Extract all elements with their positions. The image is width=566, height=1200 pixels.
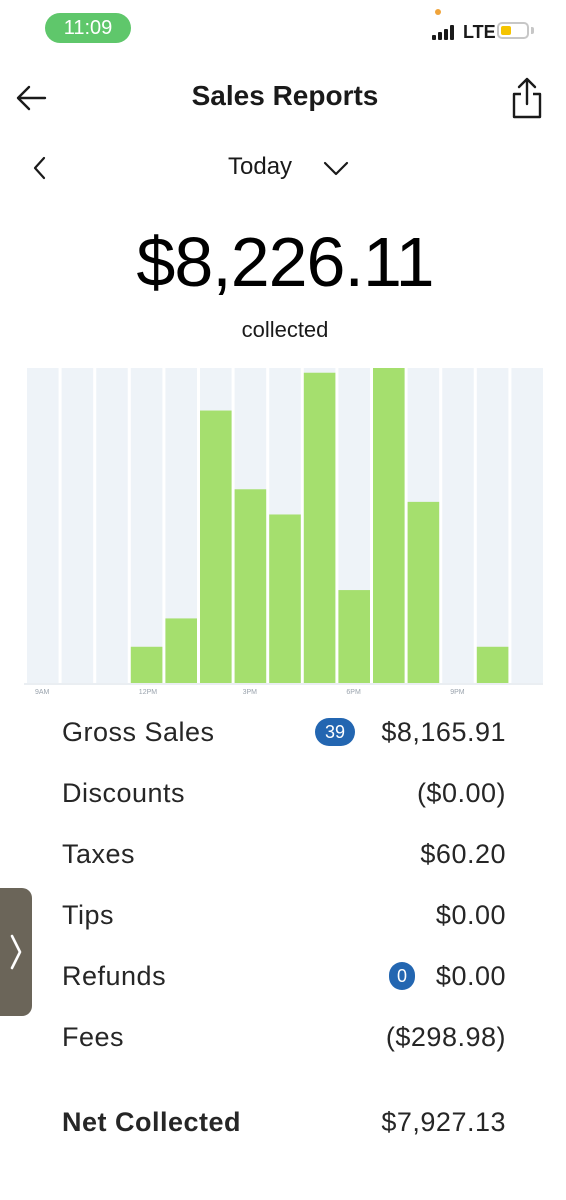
side-drawer-handle[interactable] [0, 888, 32, 1016]
period-label[interactable]: Today [228, 153, 292, 181]
chart-column-background [96, 368, 128, 683]
fees-label: Fees [62, 1022, 125, 1052]
chart-bar[interactable] [200, 410, 232, 683]
total-collected-amount: $8,226.11 [136, 223, 434, 301]
page-title: Sales Reports [191, 80, 379, 111]
battery-tip [531, 27, 534, 34]
net-collected-value: $7,927.13 [381, 1107, 506, 1137]
status-time: 11:09 [45, 13, 131, 43]
gross-sales-label: Gross Sales [62, 717, 215, 747]
battery-fill [501, 26, 511, 35]
taxes-value: $60.20 [420, 839, 506, 869]
chart-tick-label: 3PM [243, 689, 258, 696]
hourly-sales-chart[interactable]: 9AM 12PM 3PM 6PM 9PM [24, 366, 543, 702]
sales-summary: Gross Sales 39 $8,165.91 Discounts ($0.0… [62, 705, 506, 1156]
chart-column-background [476, 368, 509, 683]
battery-icon [497, 22, 529, 39]
refunds-count-badge: 0 [389, 962, 415, 990]
chart-tick-label: 9AM [35, 689, 50, 696]
refunds-value: $0.00 [435, 961, 506, 991]
network-label: LTE [463, 22, 496, 42]
chart-bar[interactable] [269, 514, 301, 683]
tips-value: $0.00 [435, 900, 506, 930]
chart-tick-label: 6PM [346, 689, 361, 696]
chart-column-background [511, 368, 543, 683]
chart-bar[interactable] [303, 372, 336, 683]
privacy-indicator-dot [435, 9, 441, 15]
chart-tick-label: 12PM [139, 689, 157, 696]
cellular-signal-icon [432, 25, 456, 40]
chart-column-background [442, 368, 474, 683]
share-icon[interactable] [510, 76, 544, 120]
discounts-value: ($0.00) [416, 778, 506, 808]
total-collected-caption: collected [241, 317, 329, 342]
summary-row-gross-sales[interactable]: Gross Sales 39 $8,165.91 [62, 705, 506, 766]
summary-row-discounts[interactable]: Discounts ($0.00) [62, 766, 506, 827]
fees-value: ($298.98) [385, 1022, 506, 1052]
status-bar: 11:09 LTE [0, 0, 566, 58]
chart-bar[interactable] [165, 618, 197, 683]
net-collected-label: Net Collected [62, 1107, 242, 1137]
summary-row-net-collected[interactable]: Net Collected $7,927.13 [62, 1095, 506, 1156]
tips-label: Tips [62, 900, 115, 930]
summary-row-tips[interactable]: Tips $0.00 [62, 888, 506, 949]
nav-bar: Sales Reports [0, 58, 566, 138]
period-selector: Today [0, 140, 566, 196]
chart-bar[interactable] [373, 368, 405, 683]
chevron-down-icon[interactable] [322, 158, 350, 178]
chart-bar[interactable] [234, 489, 267, 683]
chevron-left-icon[interactable] [30, 154, 50, 182]
refunds-label: Refunds [62, 961, 167, 991]
chart-column-background [130, 368, 163, 683]
chart-column-background [61, 368, 94, 683]
gross-sales-count-badge: 39 [315, 718, 355, 746]
discounts-label: Discounts [62, 778, 186, 808]
chart-bar[interactable] [476, 646, 509, 683]
chart-bar[interactable] [130, 646, 163, 683]
chart-tick-label: 9PM [450, 689, 465, 696]
summary-row-refunds[interactable]: Refunds 0 $0.00 [62, 949, 506, 1010]
chart-bar[interactable] [407, 501, 440, 683]
gross-sales-value: $8,165.91 [381, 717, 506, 747]
summary-row-taxes[interactable]: Taxes $60.20 [62, 827, 506, 888]
chart-bar[interactable] [338, 590, 370, 683]
chevron-right-icon [10, 934, 22, 970]
taxes-label: Taxes [62, 839, 136, 869]
summary-row-fees[interactable]: Fees ($298.98) [62, 1010, 506, 1071]
chart-column-background [27, 368, 59, 683]
